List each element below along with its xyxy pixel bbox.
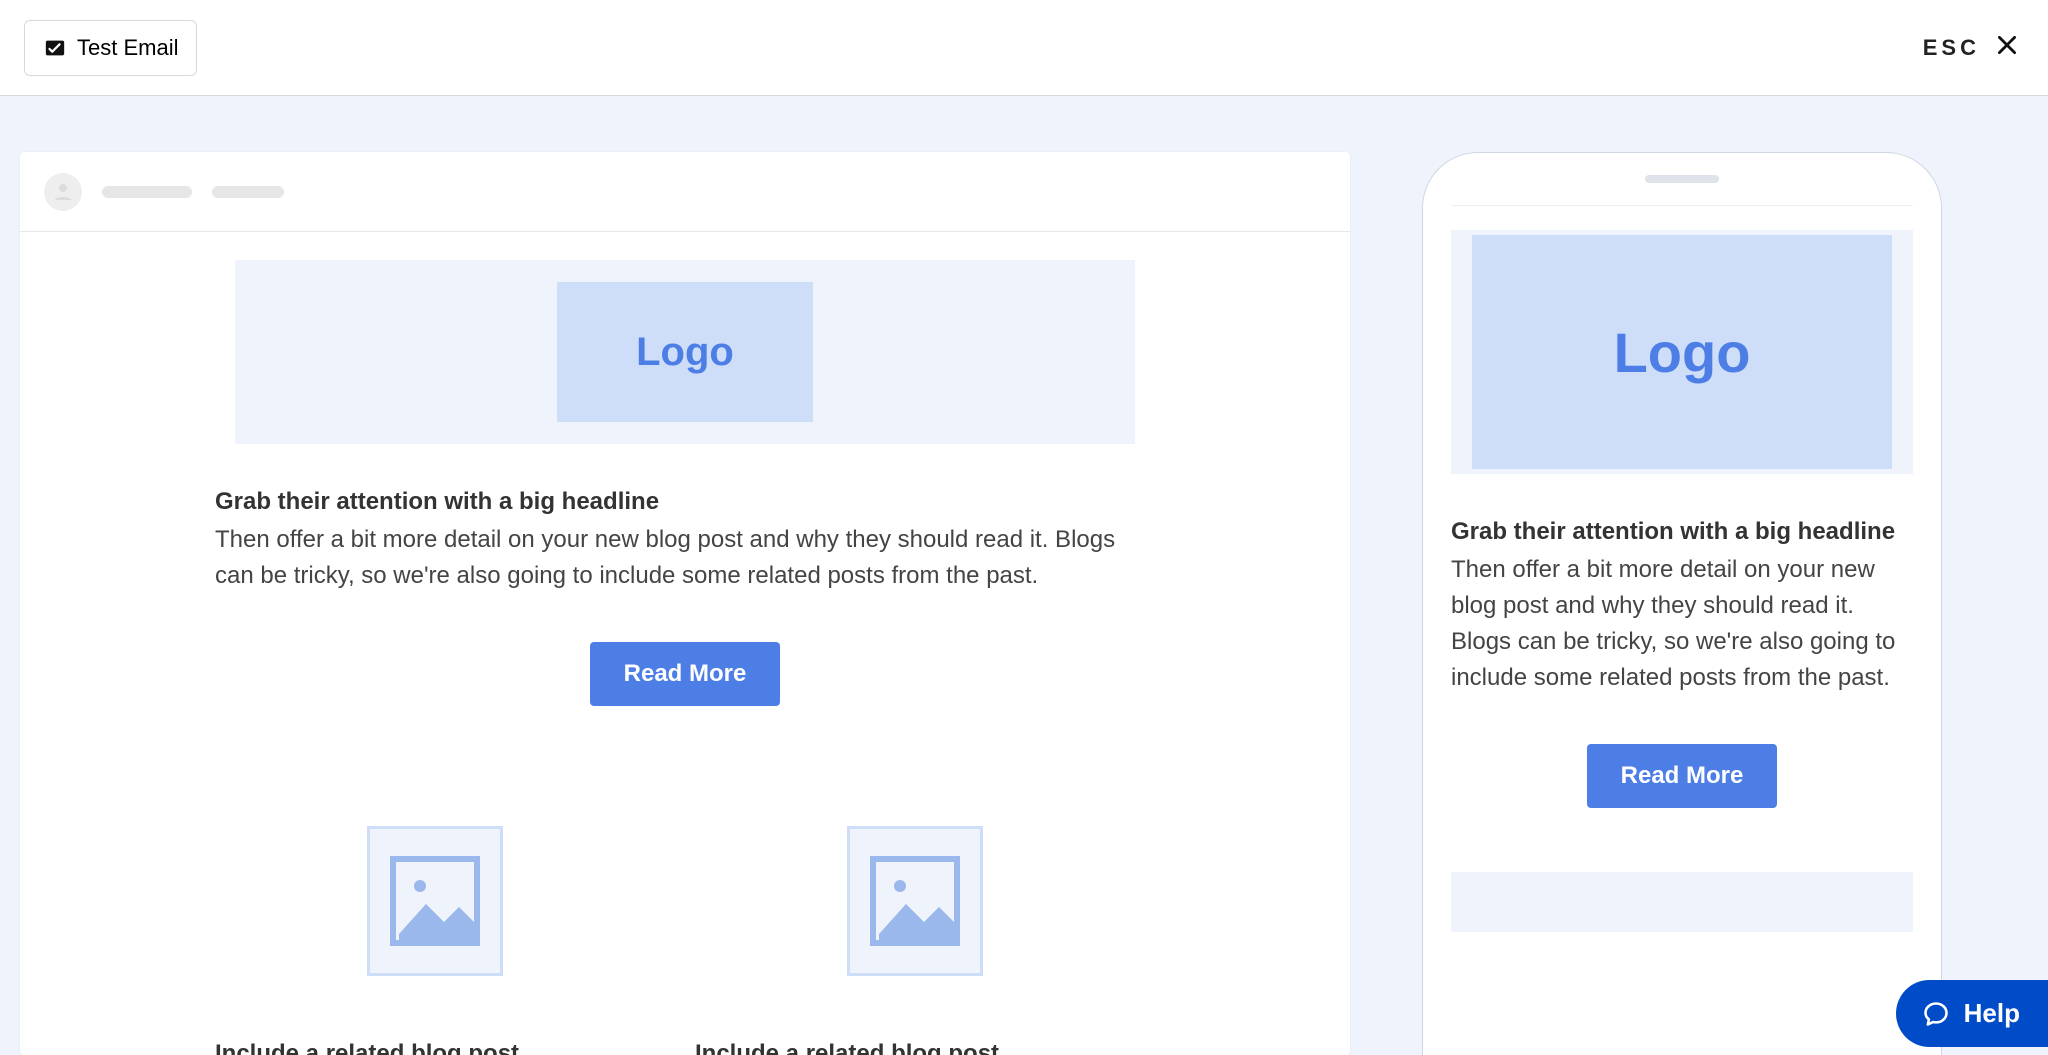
email-content: Logo Grab their attention with a big hea… (235, 260, 1135, 1055)
preview-workspace: Logo Grab their attention with a big hea… (0, 96, 2048, 1055)
sender-placeholder (102, 186, 192, 198)
mobile-preview-scroll[interactable]: Logo Grab their attention with a big hea… (1451, 205, 1913, 1055)
topbar: Test Email ESC (0, 0, 2048, 96)
related-title: Include a related blog post (215, 1040, 655, 1055)
mobile-read-more-button[interactable]: Read More (1587, 744, 1778, 808)
related-title: Include a related blog post (695, 1040, 1135, 1055)
desktop-preview-header (20, 152, 1350, 232)
desktop-preview-panel: Logo Grab their attention with a big hea… (20, 152, 1350, 1055)
mobile-cta-label: Read More (1621, 762, 1744, 789)
mobile-image-placeholder-block (1451, 872, 1913, 932)
avatar-placeholder-icon (44, 173, 82, 211)
image-placeholder-icon (847, 826, 983, 976)
check-envelope-icon (43, 36, 67, 60)
help-button[interactable]: Help (1896, 980, 2048, 1047)
logo-text: Logo (636, 330, 734, 375)
subject-placeholder (212, 186, 284, 198)
phone-speaker-icon (1645, 175, 1719, 183)
related-post: Include a related blog post (215, 826, 655, 1055)
logo-placeholder: Logo (557, 282, 813, 422)
cta-label: Read More (624, 660, 747, 687)
mobile-email-headline: Grab their attention with a big headline (1451, 518, 1913, 546)
image-placeholder-icon (367, 826, 503, 976)
logo-hero-block: Logo (235, 260, 1135, 444)
email-headline: Grab their attention with a big headline (215, 488, 1135, 516)
close-esc-button[interactable]: ESC (1923, 32, 2020, 63)
mobile-email-subtext: Then offer a bit more detail on your new… (1451, 552, 1913, 696)
help-label: Help (1964, 998, 2020, 1029)
related-post: Include a related blog post (695, 826, 1135, 1055)
test-email-button[interactable]: Test Email (24, 20, 197, 76)
mobile-preview-panel: Logo Grab their attention with a big hea… (1422, 152, 1942, 1055)
close-icon (1994, 32, 2020, 63)
test-email-label: Test Email (77, 35, 178, 61)
read-more-button[interactable]: Read More (590, 642, 781, 706)
mobile-logo-hero-block: Logo (1451, 230, 1913, 474)
chat-icon (1922, 1000, 1950, 1028)
email-subtext: Then offer a bit more detail on your new… (215, 522, 1135, 594)
related-posts-row: Include a related blog post Include a r (215, 826, 1135, 1055)
mobile-logo-placeholder: Logo (1472, 235, 1892, 469)
esc-label: ESC (1923, 35, 1980, 61)
desktop-preview-scroll[interactable]: Logo Grab their attention with a big hea… (20, 232, 1350, 1055)
mobile-logo-text: Logo (1614, 320, 1751, 385)
